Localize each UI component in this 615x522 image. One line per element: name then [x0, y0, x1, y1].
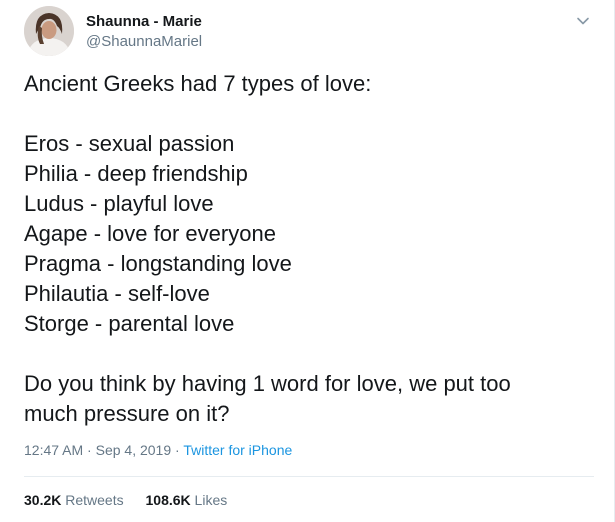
tweet-card: Shaunna - Marie @ShaunnaMariel Ancient G…	[0, 0, 615, 522]
meta-separator: ·	[87, 442, 92, 458]
love-type-item: Eros - sexual passion	[24, 131, 235, 156]
love-type-item: Ludus - playful love	[24, 191, 214, 216]
author-handle[interactable]: @ShaunnaMariel	[86, 33, 202, 50]
avatar[interactable]	[24, 6, 74, 56]
retweets-count: 30.2K	[24, 492, 62, 508]
love-type-item: Agape - love for everyone	[24, 221, 276, 246]
tweet-time[interactable]: 12:47 AM	[24, 442, 83, 458]
tweet-intro: Ancient Greeks had 7 types of love:	[24, 71, 372, 96]
likes-count: 108.6K	[145, 492, 191, 508]
chevron-down-icon[interactable]	[576, 14, 590, 28]
love-type-item: Storge - parental love	[24, 311, 235, 336]
tweet-meta: 12:47 AM · Sep 4, 2019 · Twitter for iPh…	[24, 442, 292, 458]
avatar-photo	[24, 6, 74, 56]
meta-separator: ·	[175, 442, 180, 458]
love-type-item: Philia - deep friendship	[24, 161, 248, 186]
retweets-label: Retweets	[65, 492, 124, 508]
love-type-item: Philautia - self-love	[24, 281, 210, 306]
divider	[24, 476, 594, 477]
likes-label: Likes	[194, 492, 228, 508]
tweet-date[interactable]: Sep 4, 2019	[96, 442, 172, 458]
tweet-question-line: Do you think by having 1 word for love, …	[24, 371, 511, 396]
tweet-text: Ancient Greeks had 7 types of love: Eros…	[24, 69, 594, 429]
retweets-stat[interactable]: 30.2K Retweets	[24, 492, 124, 508]
author-name[interactable]: Shaunna - Marie	[86, 13, 202, 30]
likes-stat[interactable]: 108.6K Likes	[146, 492, 228, 508]
love-type-item: Pragma - longstanding love	[24, 251, 292, 276]
tweet-source-link[interactable]: Twitter for iPhone	[183, 442, 292, 458]
tweet-stats: 30.2K Retweets 108.6K Likes	[24, 492, 245, 508]
tweet-question-line: much pressure on it?	[24, 401, 230, 426]
